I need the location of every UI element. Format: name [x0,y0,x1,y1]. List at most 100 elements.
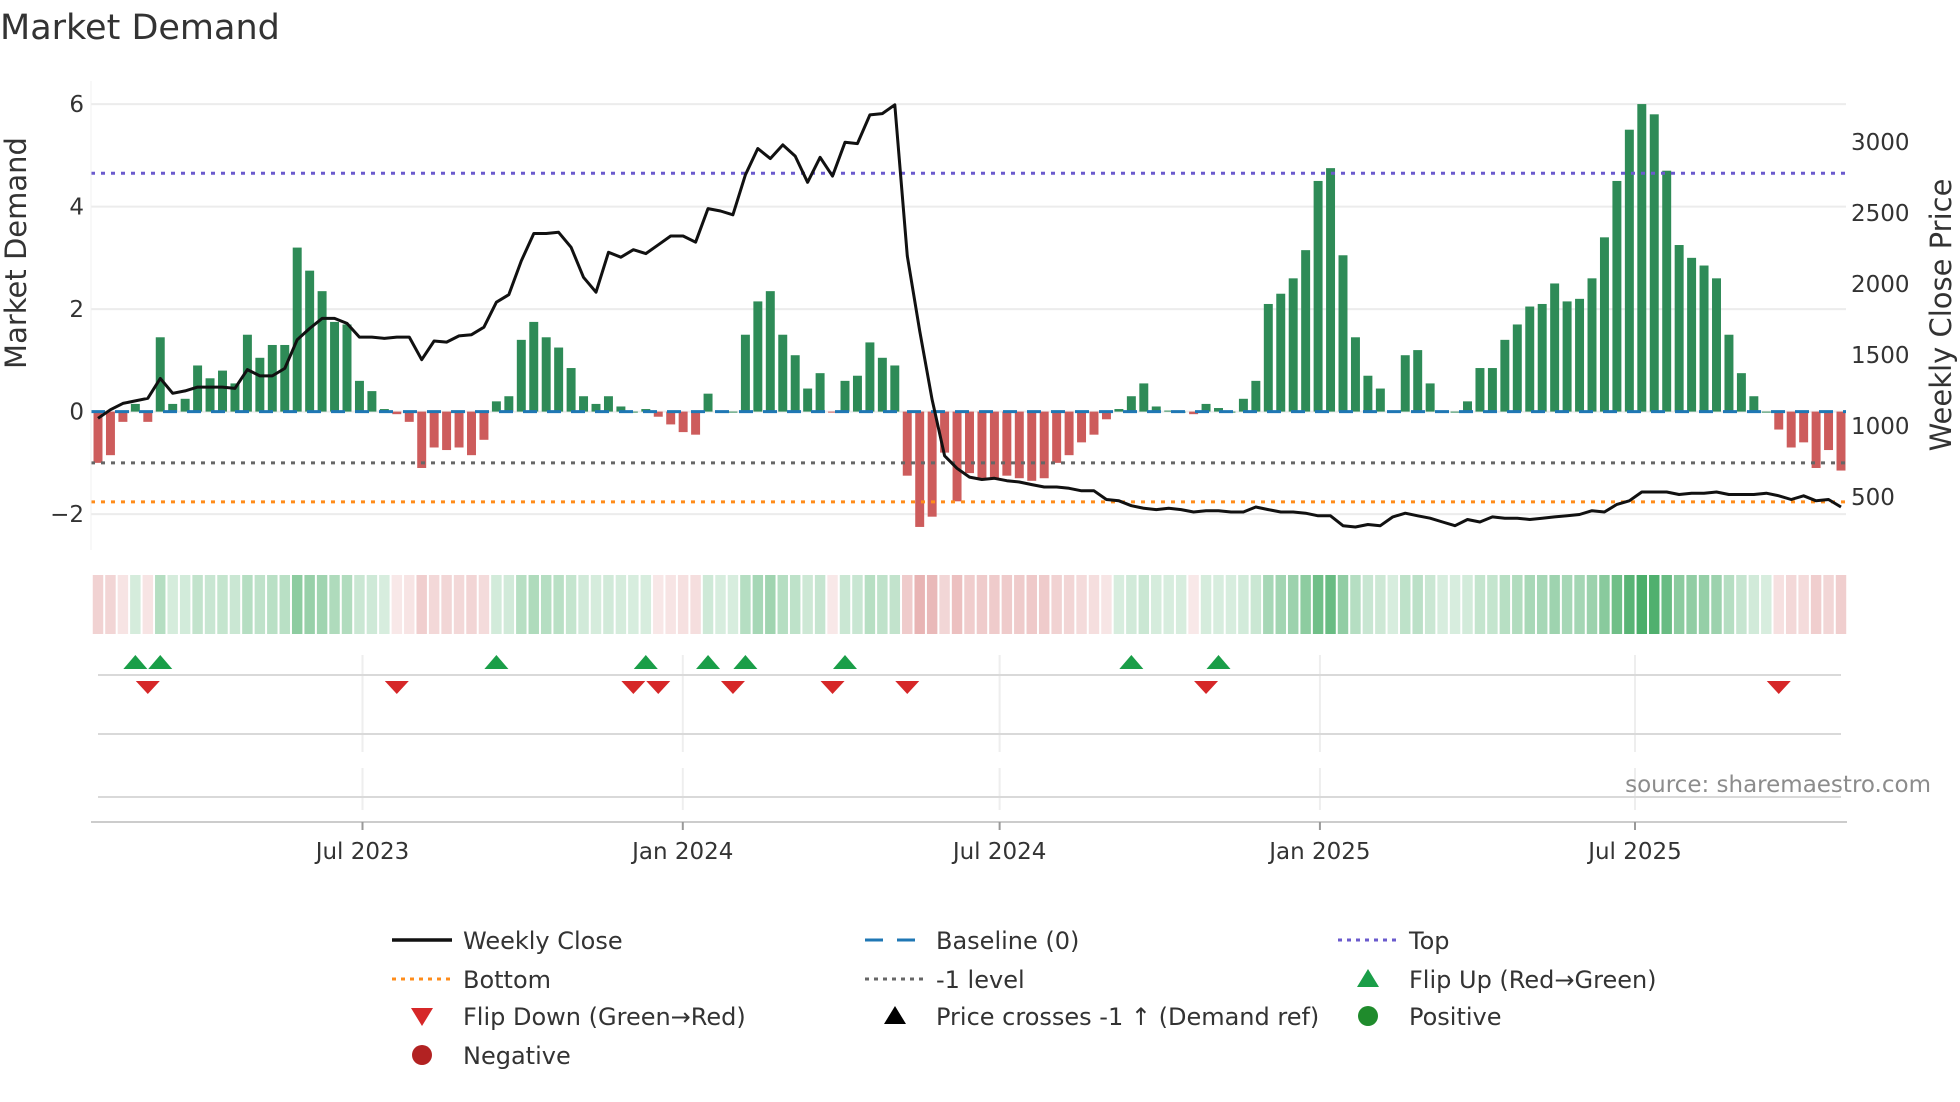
legend-label: Bottom [463,966,551,994]
demand-bar [1077,411,1087,443]
legend-label: Baseline (0) [936,927,1079,955]
heat-cell [528,575,539,634]
heat-cell [1599,575,1610,634]
y-tick-label-left: −2 [50,502,84,528]
demand-bar [566,368,576,412]
heat-cell [1798,575,1809,634]
heat-cell [142,575,154,634]
demand-bar [1027,411,1037,481]
heat-cell [1437,575,1448,634]
demand-bar [915,411,925,527]
heat-cell [802,575,813,634]
demand-bar [1687,257,1697,412]
demand-bar [180,398,190,412]
heat-cell [1076,575,1087,634]
demand-bar [467,411,476,456]
heat-cell [1574,575,1585,634]
demand-bar [840,380,850,412]
heat-cell [1474,575,1486,634]
demand-bar [803,388,813,412]
heat-cell [441,575,452,634]
demand-bar [454,411,464,448]
heat-cell [1063,575,1075,634]
flip-down-icon [895,681,920,694]
y-tick-label-left: 0 [69,400,84,426]
demand-bar [516,339,526,412]
heat-cell [1561,575,1573,634]
heat-cell [105,575,116,634]
demand-bar [852,375,862,412]
demand-bar [1599,237,1609,412]
heat-cell [1163,575,1174,634]
heat-cell [1761,575,1772,634]
heat-cell [130,575,141,634]
demand-bar [1089,411,1099,435]
demand-bar [1039,411,1049,479]
demand-bar [342,324,352,412]
heat-cell [765,575,776,634]
heat-cell [329,575,340,634]
demand-bar [1824,411,1834,451]
heat-cell [1673,575,1685,634]
heat-cell [379,575,390,634]
heat-cell [889,575,901,634]
heat-cell [715,575,726,634]
flip-down-icon [1766,681,1791,694]
heat-cell [603,575,614,634]
demand-bar [1550,283,1560,412]
x-tick-label: Jan 2024 [630,839,733,865]
demand-bar [1375,388,1385,412]
demand-bar [1288,278,1298,412]
heat-cell [752,575,764,634]
heat-cell [1051,575,1062,634]
heat-cell [1624,575,1635,634]
y-tick-label-right: 3000 [1851,130,1910,156]
market-demand-chart: Market Demand 6 4 2 0 −2 3000 2500 2000 1500 1000… [0,8,1958,1070]
demand-bar [1313,180,1323,412]
heat-cell [1337,575,1349,634]
flip-up-icon [696,655,721,669]
demand-bar [1326,168,1336,412]
demand-bar [1363,375,1373,412]
chart-title: Market Demand [0,8,280,48]
demand-heat-strip [92,575,1847,634]
heat-cell [1113,575,1125,634]
heat-cell [229,575,241,634]
heat-cell [777,575,788,634]
demand-bar [330,321,340,412]
heat-cell [242,575,253,634]
demand-bar [1786,411,1796,448]
demand-bar [1338,255,1348,412]
y-tick-label-right: 1500 [1851,343,1910,369]
heat-cell [540,575,552,634]
heat-cell [852,575,863,634]
heat-cell [1449,575,1461,634]
legend-label: Price crosses -1 ↑ (Demand ref) [936,1003,1319,1031]
demand-bar [1251,380,1261,412]
x-tick-label: Jan 2025 [1267,839,1370,865]
demand-bar [1749,396,1759,412]
heat-cell [1287,575,1299,634]
demand-bar [130,403,140,412]
heat-cell [179,575,191,634]
circle-icon [1358,1006,1378,1026]
heat-cell [939,575,950,634]
heat-cell [1549,575,1560,634]
heat-cell [1748,575,1760,634]
x-tick-label: Jul 2025 [1586,839,1682,865]
heat-cell [1026,575,1037,634]
heat-cell [1312,575,1324,634]
heat-cell [839,575,851,634]
heat-cell [1462,575,1473,634]
demand-bar [429,411,439,448]
heat-cell [1512,575,1523,634]
flip-up-icon [1206,655,1231,669]
source-credit: source: sharemaestro.com [1625,772,1931,798]
heat-cell [1188,575,1199,634]
flip-up-icon [733,655,758,669]
demand-bar [1712,278,1721,412]
demand-bar [1064,411,1074,456]
heat-cell [1088,575,1100,634]
heat-cell [453,575,465,634]
y-tick-label-left: 2 [69,297,84,323]
